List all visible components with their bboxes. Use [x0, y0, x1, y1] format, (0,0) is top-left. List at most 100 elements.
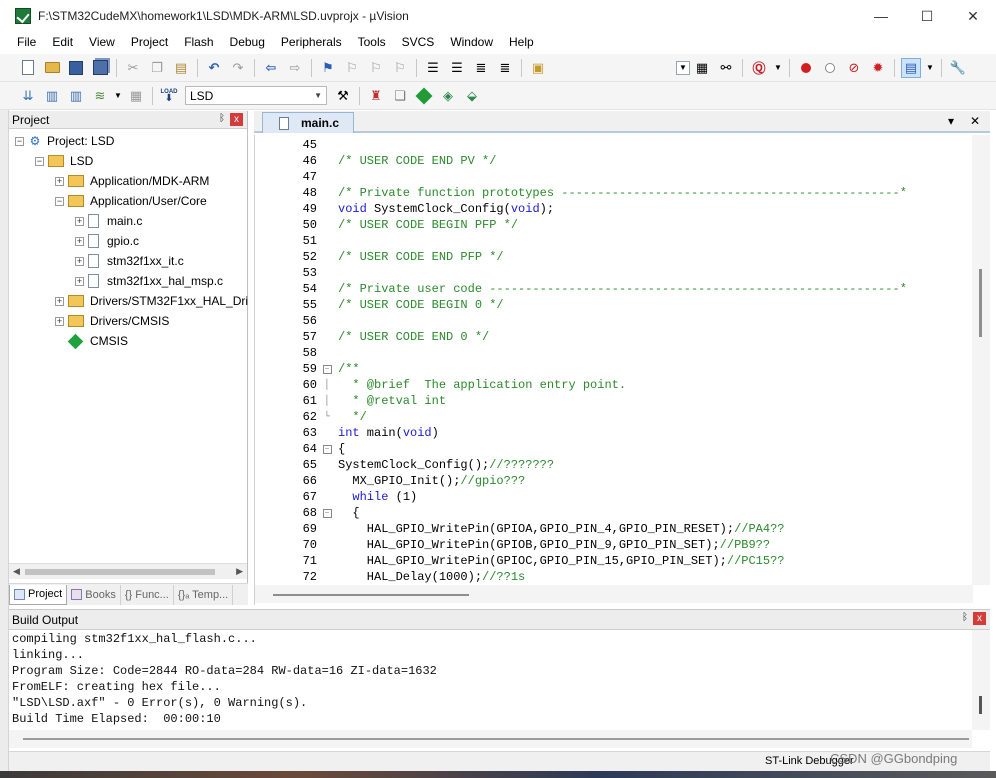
paste-button[interactable]: ▤ — [171, 58, 191, 78]
menu-flash[interactable]: Flash — [176, 35, 221, 49]
tree-item-target[interactable]: − LSD — [35, 151, 93, 171]
menu-svcs[interactable]: SVCS — [394, 35, 443, 49]
scrollbar-thumb[interactable] — [25, 569, 215, 575]
copy-button[interactable]: ❐ — [147, 58, 167, 78]
code-line[interactable]: 63 int main(void) — [255, 425, 439, 441]
build-vertical-scrollbar[interactable] — [972, 630, 990, 730]
translate-button[interactable]: ⇊ — [18, 86, 38, 106]
fold-marker[interactable]: − — [320, 364, 334, 374]
code-line[interactable]: 72 HAL_Delay(1000);//??1s — [255, 569, 526, 583]
pin-icon[interactable]: ᛒ — [962, 612, 968, 623]
code-line[interactable]: 56 — [255, 313, 338, 329]
find-button[interactable]: ⚯ — [716, 58, 736, 78]
collapse-expander[interactable]: − — [35, 156, 44, 166]
uncomment-button[interactable]: ≣ — [495, 58, 515, 78]
scrollbar-thumb[interactable] — [979, 696, 982, 714]
fold-collapse-icon[interactable]: − — [322, 364, 332, 374]
configure-button[interactable]: 🔧 — [948, 58, 968, 78]
tree-item-group[interactable]: + Drivers/CMSIS — [55, 311, 169, 331]
batch-build-button[interactable]: ≋ — [90, 86, 110, 106]
tree-item-group[interactable]: + Drivers/STM32F1xx_HAL_Driv — [55, 291, 248, 311]
maximize-button[interactable]: ☐ — [904, 0, 950, 32]
close-panel-icon[interactable]: x — [230, 113, 243, 126]
select-software-packs-button[interactable]: ◈ — [438, 86, 458, 106]
code-line[interactable]: 47 — [255, 169, 338, 185]
code-line[interactable]: 59−/** — [255, 361, 360, 377]
fold-marker[interactable]: − — [320, 508, 334, 518]
stop-build-button[interactable]: ▦ — [126, 86, 146, 106]
code-line[interactable]: 60 │ * @brief The application entry point… — [255, 377, 626, 393]
menu-peripherals[interactable]: Peripherals — [273, 35, 350, 49]
code-line[interactable]: 52 /* USER CODE END PFP */ — [255, 249, 504, 265]
code-line[interactable]: 67 while (1) — [255, 489, 418, 505]
incremental-find-button[interactable]: ▦ — [692, 58, 712, 78]
cut-button[interactable]: ✂ — [123, 58, 143, 78]
menu-tools[interactable]: Tools — [350, 35, 394, 49]
navigate-forward-button[interactable]: ⇨ — [285, 58, 305, 78]
code-line[interactable]: 66 MX_GPIO_Init();//gpio??? — [255, 473, 526, 489]
debug-session-button[interactable]: Ⓠ — [749, 58, 769, 78]
build-button[interactable]: ▥ — [42, 86, 62, 106]
build-output-text[interactable]: compiling stm32f1xx_hal_flash.c... linki… — [12, 632, 972, 728]
editor-horizontal-scrollbar[interactable] — [255, 585, 973, 603]
tree-item-file[interactable]: + stm32f1xx_hal_msp.c — [75, 271, 223, 291]
code-line[interactable]: 70 HAL_GPIO_WritePin(GPIOB,GPIO_PIN_9,GP… — [255, 537, 771, 553]
undo-button[interactable]: ↶ — [204, 58, 224, 78]
code-line[interactable]: 54 /* Private user code -----------------… — [255, 281, 907, 297]
indent-button[interactable]: ☰ — [423, 58, 443, 78]
pack-installer-button[interactable]: ⬙ — [462, 86, 482, 106]
scrollbar-thumb[interactable] — [273, 594, 469, 596]
scroll-left-icon[interactable]: ◀ — [13, 566, 20, 577]
menu-file[interactable]: File — [9, 35, 44, 49]
tab-main-c[interactable]: main.c — [262, 112, 354, 133]
tab-templates[interactable]: {}ₐ Temp... — [174, 584, 234, 605]
expand-expander[interactable]: + — [55, 316, 64, 326]
code-line[interactable]: 55 /* USER CODE BEGIN 0 */ — [255, 297, 504, 313]
fold-marker[interactable]: − — [320, 444, 334, 454]
code-line[interactable]: 64−{ — [255, 441, 346, 457]
tree-item-project[interactable]: − ⚙ Project: LSD — [15, 131, 114, 151]
batch-build-dropdown[interactable]: ▼ — [114, 86, 122, 106]
close-window-button[interactable]: ✕ — [950, 0, 996, 32]
kill-all-breakpoints-button[interactable]: ✹ — [868, 58, 888, 78]
tree-item-component[interactable]: CMSIS — [67, 331, 128, 351]
comment-button[interactable]: ≣ — [471, 58, 491, 78]
save-button[interactable] — [66, 58, 86, 78]
prev-bookmark-button[interactable]: ⚐ — [342, 58, 362, 78]
expand-expander[interactable]: + — [75, 276, 84, 286]
tree-item-group[interactable]: + Application/MDK-ARM — [55, 171, 209, 191]
close-tab-icon[interactable]: ✕ — [970, 114, 980, 128]
build-horizontal-scrollbar[interactable] — [9, 730, 972, 748]
code-line[interactable]: 50 /* USER CODE BEGIN PFP */ — [255, 217, 518, 233]
scrollbar-thumb[interactable] — [979, 269, 982, 337]
target-select[interactable]: LSD ▼ — [185, 86, 327, 105]
scrollbar-thumb[interactable] — [23, 738, 969, 740]
menu-help[interactable]: Help — [501, 35, 542, 49]
code-line[interactable]: 48 /* Private function prototypes -------… — [255, 185, 907, 201]
menu-debug[interactable]: Debug — [222, 35, 273, 49]
load-button[interactable]: LOAD ⬇ — [159, 86, 179, 106]
expand-expander[interactable]: + — [55, 296, 64, 306]
menu-edit[interactable]: Edit — [44, 35, 81, 49]
editor-tab-menu-icon[interactable]: ▾ — [948, 114, 954, 128]
bookmark-button[interactable]: ⚑ — [318, 58, 338, 78]
window-layout-dropdown[interactable]: ▼ — [925, 58, 935, 78]
target-options-button[interactable]: ⚒ — [333, 86, 353, 106]
code-editor[interactable]: 45 46 /* USER CODE END PV */ 47 48 /* Private… — [254, 135, 990, 605]
manage-project-items-button[interactable]: ♜ — [366, 86, 386, 106]
tree-item-file[interactable]: + stm32f1xx_it.c — [75, 251, 184, 271]
code-line[interactable]: 57 /* USER CODE END 0 */ — [255, 329, 490, 345]
manage-run-time-environment-button[interactable] — [414, 86, 434, 106]
next-bookmark-button[interactable]: ⚐ — [366, 58, 386, 78]
scroll-right-icon[interactable]: ▶ — [236, 566, 243, 577]
redo-button[interactable]: ↷ — [228, 58, 248, 78]
save-all-button[interactable] — [90, 58, 110, 78]
code-line[interactable]: 71 HAL_GPIO_WritePin(GPIOC,GPIO_PIN_15,G… — [255, 553, 785, 569]
fold-collapse-icon[interactable]: − — [322, 508, 332, 518]
code-line[interactable]: 53 — [255, 265, 338, 281]
collapse-expander[interactable]: − — [15, 136, 24, 146]
expand-expander[interactable]: + — [75, 256, 84, 266]
menu-window[interactable]: Window — [442, 35, 501, 49]
find-in-files-button[interactable]: ▣ — [528, 58, 548, 78]
insert-breakpoint-button[interactable] — [796, 58, 816, 78]
